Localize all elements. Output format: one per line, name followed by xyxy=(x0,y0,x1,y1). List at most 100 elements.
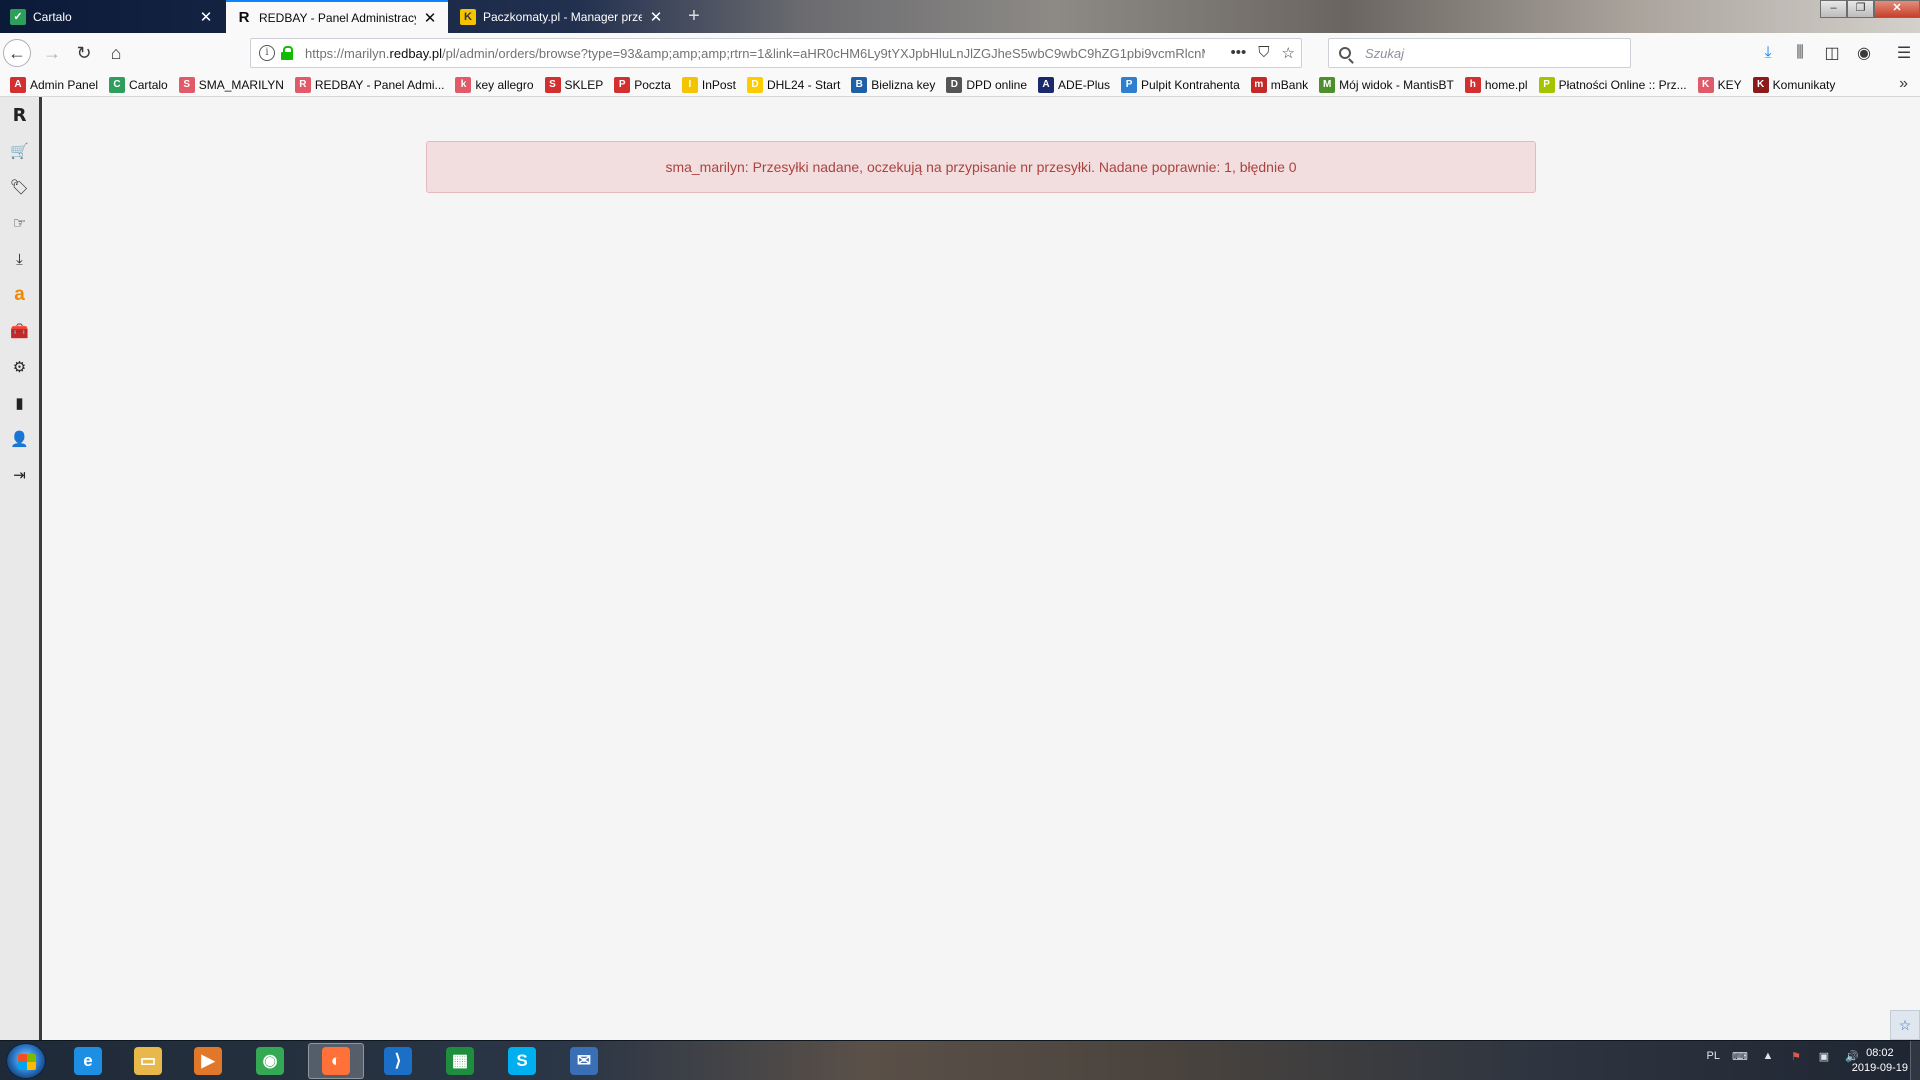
search-placeholder: Szukaj xyxy=(1365,45,1405,61)
bookmark-item[interactable]: m mBank xyxy=(1250,76,1308,93)
network-icon[interactable]: ▣ xyxy=(1816,1049,1832,1063)
tab-title: REDBAY - Panel Administracyjny xyxy=(259,10,416,25)
taskbar-app-thunderbird[interactable]: ✉ xyxy=(556,1043,612,1079)
bookmark-item[interactable]: S SKLEP xyxy=(544,76,603,93)
bookmark-label: home.pl xyxy=(1484,77,1528,92)
url-text[interactable]: https://marilyn.redbay.pl/pl/admin/order… xyxy=(305,46,1205,61)
sidebar-item-import-download[interactable]: ⤓ xyxy=(0,241,39,277)
clock[interactable]: 08:02 2019-09-19 xyxy=(1852,1046,1908,1076)
bookmark-favicon-icon: C xyxy=(109,76,126,93)
bookmark-label: Komunikaty xyxy=(1772,77,1836,92)
bookmark-item[interactable]: I InPost xyxy=(681,76,736,93)
close-window-button[interactable]: ✕ xyxy=(1874,0,1920,18)
sidebar-item-brand-logo[interactable]: R xyxy=(0,97,39,133)
bookmark-label: Bielizna key xyxy=(871,77,936,92)
taskbar-app-skype[interactable]: S xyxy=(494,1043,550,1079)
bookmark-star-icon[interactable]: ☆ xyxy=(1282,44,1295,62)
sidebar-item-promotions-hand[interactable]: ☞ xyxy=(0,205,39,241)
bookmark-item[interactable]: B Bielizna key xyxy=(851,76,936,93)
bookmark-label: Pulpit Kontrahenta xyxy=(1141,77,1240,92)
lock-icon[interactable] xyxy=(281,46,293,60)
bookmark-favicon-icon: P xyxy=(614,76,631,93)
bookmark-item[interactable]: D DHL24 - Start xyxy=(746,76,840,93)
tab-cartalo[interactable]: ✓ Cartalo ✕ xyxy=(0,0,224,33)
bookmark-favicon-icon: h xyxy=(1464,76,1481,93)
show-hidden-icons-icon[interactable]: ▲ xyxy=(1760,1049,1776,1063)
url-domain: redbay.pl xyxy=(389,45,443,61)
sidebar-item-user-account[interactable]: 👤 xyxy=(0,421,39,457)
taskbar-app-file-explorer[interactable]: ▭ xyxy=(120,1043,176,1079)
more-bookmarks-icon[interactable]: » xyxy=(1899,75,1908,93)
search-bar[interactable]: Szukaj xyxy=(1328,38,1631,68)
page-actions-icon[interactable]: ••• xyxy=(1231,44,1247,62)
menu-icon[interactable]: ☰ xyxy=(1888,39,1920,67)
show-desktop-button[interactable] xyxy=(1910,1041,1920,1080)
tab-redbay[interactable]: R REDBAY - Panel Administracyjny ✕ xyxy=(226,0,448,33)
downloads-icon[interactable]: ⤓ xyxy=(1752,39,1784,67)
sidebar-item-settings-cog[interactable]: ⚙ xyxy=(0,349,39,385)
account-icon[interactable]: ◉ xyxy=(1848,39,1880,67)
sidebar-item-stats-chart[interactable]: ▮ xyxy=(0,385,39,421)
app-arrow-icon: ⟩ xyxy=(384,1047,412,1075)
navigation-toolbar: ← → ↻ ⌂ i https://marilyn.redbay.pl/pl/a… xyxy=(0,33,1920,73)
bookmark-item[interactable]: A ADE-Plus xyxy=(1038,76,1110,93)
close-tab-icon[interactable]: ✕ xyxy=(198,8,214,26)
bookmark-favicon-icon: A xyxy=(1038,76,1055,93)
inpost-icon: K xyxy=(460,8,476,25)
sidebar-item-products-tags[interactable]: 🏷 xyxy=(0,169,39,205)
tab-paczkomaty[interactable]: K Paczkomaty.pl - Manager przesyłek ✕ xyxy=(450,0,674,33)
bookmark-favicon-icon: k xyxy=(455,76,472,93)
library-icon[interactable]: ⫼ xyxy=(1784,39,1816,67)
minimize-button[interactable]: – xyxy=(1820,0,1847,18)
bookmark-item[interactable]: P Pulpit Kontrahenta xyxy=(1121,76,1240,93)
sidebar-item-logout[interactable]: ⇥ xyxy=(0,457,39,493)
bookmark-item[interactable]: K KEY xyxy=(1697,76,1742,93)
pocket-icon[interactable]: ⛉ xyxy=(1258,44,1269,62)
back-button[interactable]: ← xyxy=(3,39,31,67)
forward-button[interactable]: → xyxy=(38,39,66,67)
bookmark-item[interactable]: M Mój widok - MantisBT xyxy=(1319,76,1454,93)
site-info-icon[interactable]: i xyxy=(259,45,275,61)
start-button[interactable] xyxy=(6,1043,46,1079)
bookmark-item[interactable]: K Komunikaty xyxy=(1752,76,1836,93)
taskbar-app-app-arrow[interactable]: ⟩ xyxy=(370,1043,426,1079)
favorite-star-icon[interactable]: ☆ xyxy=(1890,1010,1920,1040)
bookmark-item[interactable]: D DPD online xyxy=(946,76,1027,93)
restore-button[interactable]: ❐ xyxy=(1847,0,1874,18)
taskbar-app-internet-explorer[interactable]: e xyxy=(60,1043,116,1079)
new-tab-button[interactable]: + xyxy=(682,4,706,28)
home-button[interactable]: ⌂ xyxy=(102,39,130,67)
search-icon xyxy=(1339,47,1351,59)
close-tab-icon[interactable]: ✕ xyxy=(648,8,664,26)
language-indicator[interactable]: PL xyxy=(1707,1050,1720,1062)
bookmark-item[interactable]: R REDBAY - Panel Admi... xyxy=(294,76,444,93)
sidebar-toggle-icon[interactable]: ◫ xyxy=(1816,39,1848,67)
bookmark-item[interactable]: C Cartalo xyxy=(109,76,168,93)
sidebar-item-orders-cart[interactable]: 🛒 xyxy=(0,133,39,169)
bookmark-item[interactable]: P Poczta xyxy=(614,76,671,93)
taskbar-app-spreadsheet[interactable]: ▦ xyxy=(432,1043,488,1079)
close-tab-icon[interactable]: ✕ xyxy=(422,9,438,27)
keyboard-icon[interactable]: ⌨ xyxy=(1732,1049,1748,1063)
sidebar-item-amazon[interactable]: a xyxy=(0,277,39,313)
bookmark-label: Admin Panel xyxy=(30,77,99,92)
bookmark-item[interactable]: k key allegro xyxy=(455,76,534,93)
bookmark-item[interactable]: A Admin Panel xyxy=(10,76,99,93)
sidebar-item-shipping-toolbox[interactable]: 🧰 xyxy=(0,313,39,349)
thunderbird-icon: ✉ xyxy=(570,1047,598,1075)
bookmark-item[interactable]: h home.pl xyxy=(1464,76,1528,93)
bookmark-item[interactable]: S SMA_MARILYN xyxy=(178,76,284,93)
cartalo-icon: ✓ xyxy=(10,8,26,25)
bookmark-label: Poczta xyxy=(634,77,671,92)
taskbar-app-firefox[interactable]: ◐ xyxy=(308,1043,364,1079)
redbay-logo-icon: R xyxy=(238,9,250,26)
reload-button[interactable]: ↻ xyxy=(70,39,98,67)
url-bar[interactable]: i https://marilyn.redbay.pl/pl/admin/ord… xyxy=(250,38,1302,68)
action-center-flag-icon[interactable]: ⚑ xyxy=(1788,1049,1804,1063)
file-explorer-icon: ▭ xyxy=(134,1047,162,1075)
bookmark-item[interactable]: P Płatności Online :: Prz... xyxy=(1538,76,1687,93)
bookmark-label: InPost xyxy=(701,77,736,92)
firefox-icon: ◐ xyxy=(322,1047,350,1075)
taskbar-app-chrome[interactable]: ◉ xyxy=(242,1043,298,1079)
taskbar-app-media-player[interactable]: ▶ xyxy=(180,1043,236,1079)
